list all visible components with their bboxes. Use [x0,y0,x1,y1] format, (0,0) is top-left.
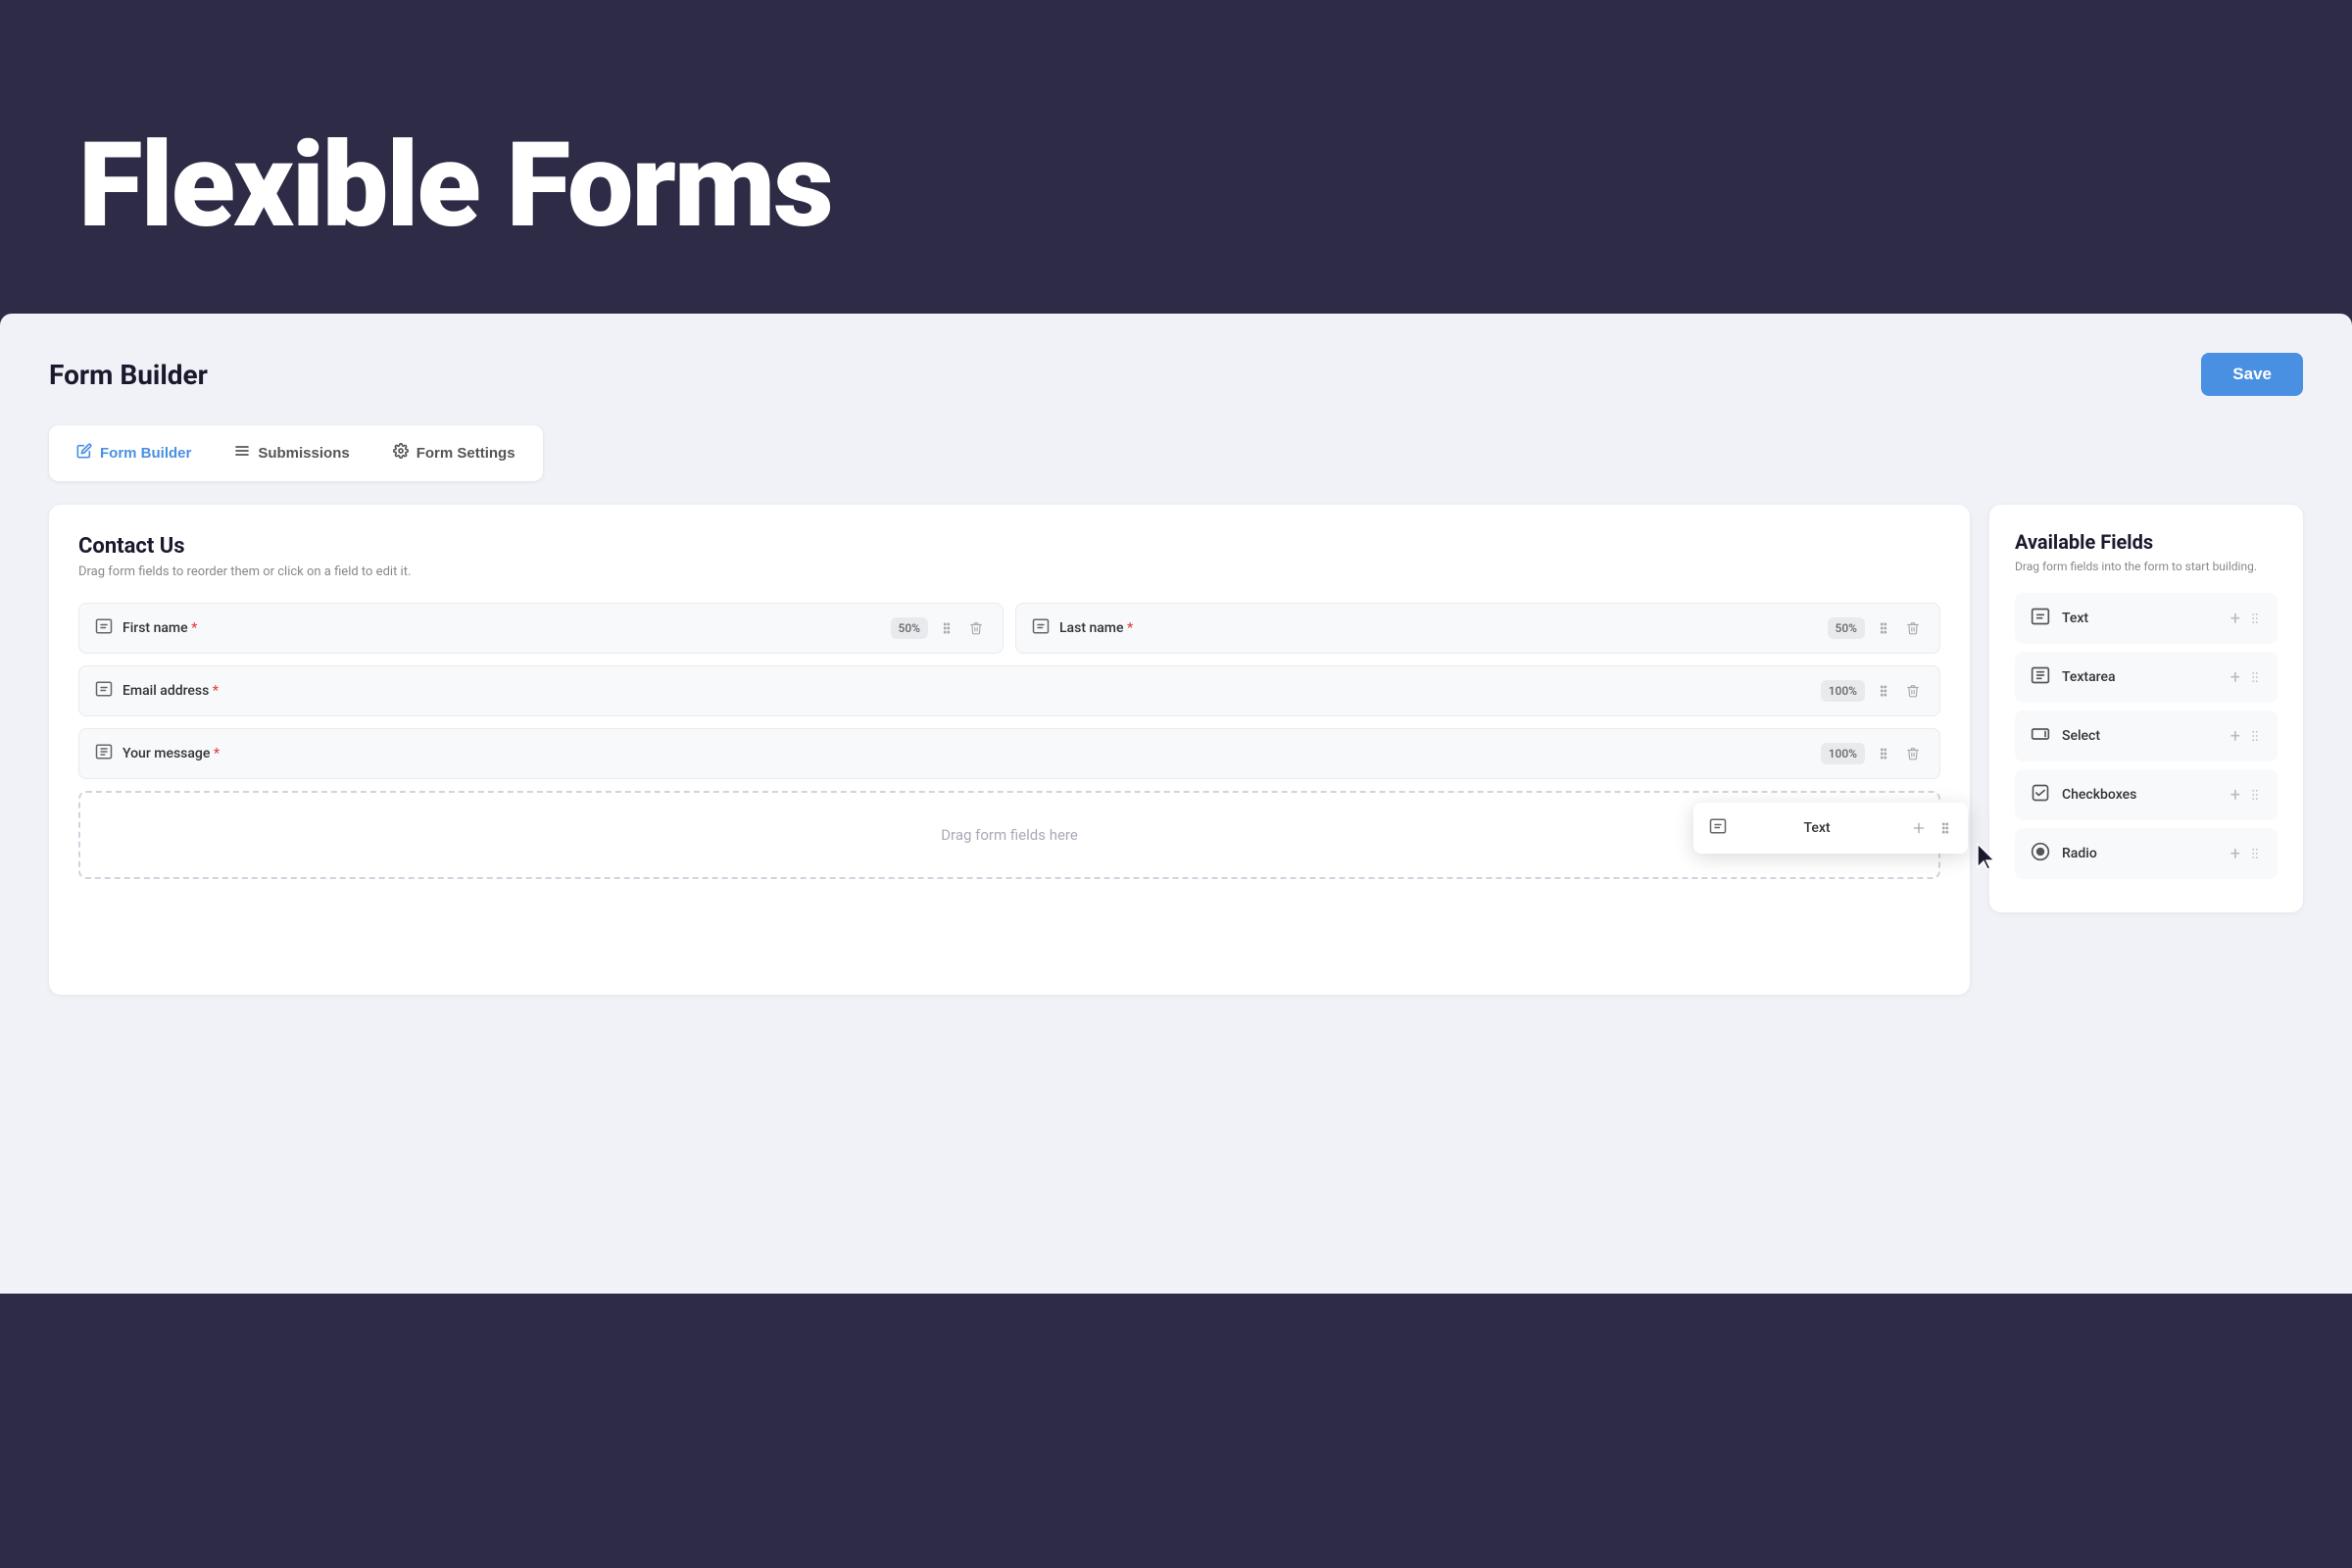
field-first-name-width: 50% [891,617,928,639]
list-icon [234,443,250,464]
add-text-icon[interactable]: + [2230,609,2240,629]
floating-card-icon [1709,817,1727,839]
form-panel-title: Contact Us [78,534,1940,559]
text-field-icon-2 [1032,617,1050,639]
floating-card-label: Text [1737,820,1897,836]
select-icon [2031,724,2050,748]
available-field-radio-label: Radio [2062,846,2097,861]
field-email-drag[interactable] [1873,680,1894,702]
main-content: Contact Us Drag form fields to reorder t… [49,505,2303,995]
drag-select-icon[interactable] [2248,729,2262,743]
available-fields-title: Available Fields [2015,530,2278,554]
field-message-width: 100% [1821,743,1865,764]
text-icon [2031,607,2050,630]
available-field-textarea-label: Textarea [2062,669,2116,685]
drag-radio-icon[interactable] [2248,847,2262,860]
text-field-icon-3 [95,680,113,702]
app-container: Form Builder Save Form Builder Submissio [0,314,2352,1294]
drag-zone-text: Drag form fields here [941,826,1078,844]
tabs-container: Form Builder Submissions Form Settings [49,425,543,481]
edit-icon [76,443,92,464]
field-last-name-label: Last name * [1059,620,1133,636]
gear-icon [393,443,409,464]
tab-form-builder[interactable]: Form Builder [57,433,211,473]
field-last-name-drag[interactable] [1873,617,1894,639]
tab-submissions-label: Submissions [258,445,349,462]
page-title: Form Builder [49,359,208,391]
form-row-2: Email address * 100% [78,665,1940,716]
field-first-name[interactable]: First name * 50% [78,603,1004,654]
field-message[interactable]: Your message * 100% [78,728,1940,779]
available-fields-subtitle: Drag form fields into the form to start … [2015,560,2278,573]
add-radio-icon[interactable]: + [2230,844,2240,864]
drag-zone[interactable]: Drag form fields here Text [78,791,1940,879]
radio-icon [2031,842,2050,865]
available-field-text-label: Text [2062,611,2088,626]
form-panel: Contact Us Drag form fields to reorder t… [49,505,1970,995]
app-header: Form Builder Save [49,353,2303,396]
floating-card-add[interactable] [1907,816,1931,840]
field-email-delete[interactable] [1902,680,1924,702]
field-last-name-width: 50% [1828,617,1865,639]
checkbox-icon [2031,783,2050,807]
drag-checkboxes-icon[interactable] [2248,788,2262,802]
hero-title: Flexible Forms [78,127,832,245]
add-checkboxes-icon[interactable]: + [2230,785,2240,806]
field-email-label: Email address * [122,683,219,699]
textarea-field-icon [95,743,113,764]
available-field-textarea[interactable]: Textarea + [2015,652,2278,703]
field-email[interactable]: Email address * 100% [78,665,1940,716]
field-first-name-label: First name * [122,620,197,636]
textarea-icon [2031,665,2050,689]
available-field-select-label: Select [2062,728,2100,744]
form-row-1: First name * 50% [78,603,1940,654]
available-field-checkboxes-label: Checkboxes [2062,787,2136,803]
hero-section: Flexible Forms [0,0,2352,314]
available-fields-panel: Available Fields Drag form fields into t… [1989,505,2303,912]
available-field-select[interactable]: Select + [2015,710,2278,761]
available-field-checkboxes[interactable]: Checkboxes + [2015,769,2278,820]
available-field-text[interactable]: Text + [2015,593,2278,644]
form-row-3: Your message * 100% [78,728,1940,779]
tab-submissions[interactable]: Submissions [215,433,368,473]
field-first-name-drag[interactable] [936,617,957,639]
tab-form-settings-label: Form Settings [416,445,515,462]
form-panel-subtitle: Drag form fields to reorder them or clic… [78,564,1940,579]
tab-form-builder-label: Form Builder [100,445,191,462]
field-last-name[interactable]: Last name * 50% [1015,603,1940,654]
tab-form-settings[interactable]: Form Settings [373,433,535,473]
drag-textarea-icon[interactable] [2248,670,2262,684]
drag-text-icon[interactable] [2248,612,2262,625]
add-select-icon[interactable]: + [2230,726,2240,747]
field-last-name-delete[interactable] [1902,617,1924,639]
field-message-drag[interactable] [1873,743,1894,764]
available-field-radio[interactable]: Radio + [2015,828,2278,879]
floating-field-card: Text [1693,803,1968,854]
save-button[interactable]: Save [2201,353,2303,396]
field-email-width: 100% [1821,680,1865,702]
text-field-icon [95,617,113,639]
field-first-name-delete[interactable] [965,617,987,639]
field-message-delete[interactable] [1902,743,1924,764]
floating-card-drag-icon [1938,821,1952,835]
cursor-indicator [1974,842,1997,875]
add-textarea-icon[interactable]: + [2230,667,2240,688]
field-message-label: Your message * [122,746,220,761]
